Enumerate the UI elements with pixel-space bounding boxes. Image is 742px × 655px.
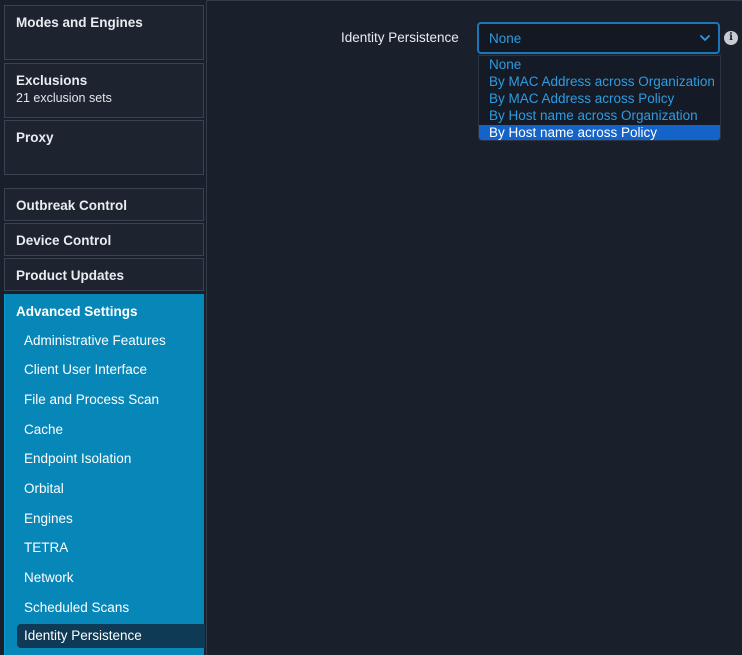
- sidebar-item-label: Modes and Engines: [16, 15, 143, 30]
- sidebar-item-scheduled-scans[interactable]: Scheduled Scans: [17, 596, 205, 620]
- sidebar-item-endpoint-isolation[interactable]: Endpoint Isolation: [17, 447, 205, 471]
- advanced-settings-section: Advanced Settings Administrative Feature…: [4, 294, 205, 655]
- sidebar-item-label: Product Updates: [16, 268, 125, 283]
- sidebar-item-label: Exclusions: [16, 73, 88, 88]
- sidebar-item-cache[interactable]: Cache: [17, 418, 205, 442]
- identity-persistence-options: None By MAC Address across Organization …: [478, 55, 721, 141]
- sidebar-item-outbreak-control[interactable]: Outbreak Control: [4, 188, 204, 221]
- sidebar-item-administrative-features[interactable]: Administrative Features: [17, 329, 205, 353]
- sidebar-item-label: Device Control: [16, 233, 112, 248]
- advanced-settings-title[interactable]: Advanced Settings: [16, 304, 138, 319]
- option-host-across-policy[interactable]: By Host name across Policy: [479, 125, 720, 140]
- select-value: None: [489, 31, 522, 46]
- policy-sidebar: Modes and Engines Exclusions 21 exclusio…: [0, 0, 206, 655]
- sidebar-item-client-user-interface[interactable]: Client User Interface: [17, 358, 205, 382]
- identity-persistence-select[interactable]: None: [477, 22, 720, 54]
- option-none[interactable]: None: [479, 57, 720, 74]
- sidebar-item-orbital[interactable]: Orbital: [17, 477, 205, 501]
- option-host-across-organization[interactable]: By Host name across Organization: [479, 108, 720, 125]
- option-mac-across-policy[interactable]: By MAC Address across Policy: [479, 91, 720, 108]
- info-icon[interactable]: i: [724, 31, 738, 45]
- sidebar-item-file-and-process-scan[interactable]: File and Process Scan: [17, 388, 205, 412]
- sidebar-item-identity-persistence[interactable]: Identity Persistence: [17, 624, 205, 648]
- sidebar-item-modes-and-engines[interactable]: Modes and Engines: [4, 5, 204, 60]
- sidebar-item-product-updates[interactable]: Product Updates: [4, 258, 204, 291]
- sidebar-item-engines[interactable]: Engines: [17, 507, 205, 531]
- option-mac-across-organization[interactable]: By MAC Address across Organization: [479, 74, 720, 91]
- sidebar-item-label: Proxy: [16, 130, 54, 145]
- sidebar-item-proxy[interactable]: Proxy: [4, 120, 204, 175]
- sidebar-item-device-control[interactable]: Device Control: [4, 223, 204, 256]
- sidebar-item-exclusions[interactable]: Exclusions 21 exclusion sets: [4, 63, 204, 118]
- sidebar-item-label: Outbreak Control: [16, 198, 128, 213]
- identity-persistence-label: Identity Persistence: [341, 30, 459, 45]
- sidebar-item-tetra[interactable]: TETRA: [17, 536, 205, 560]
- exclusions-count: 21 exclusion sets: [16, 91, 112, 105]
- sidebar-item-network[interactable]: Network: [17, 566, 205, 590]
- chevron-down-icon: [700, 35, 710, 41]
